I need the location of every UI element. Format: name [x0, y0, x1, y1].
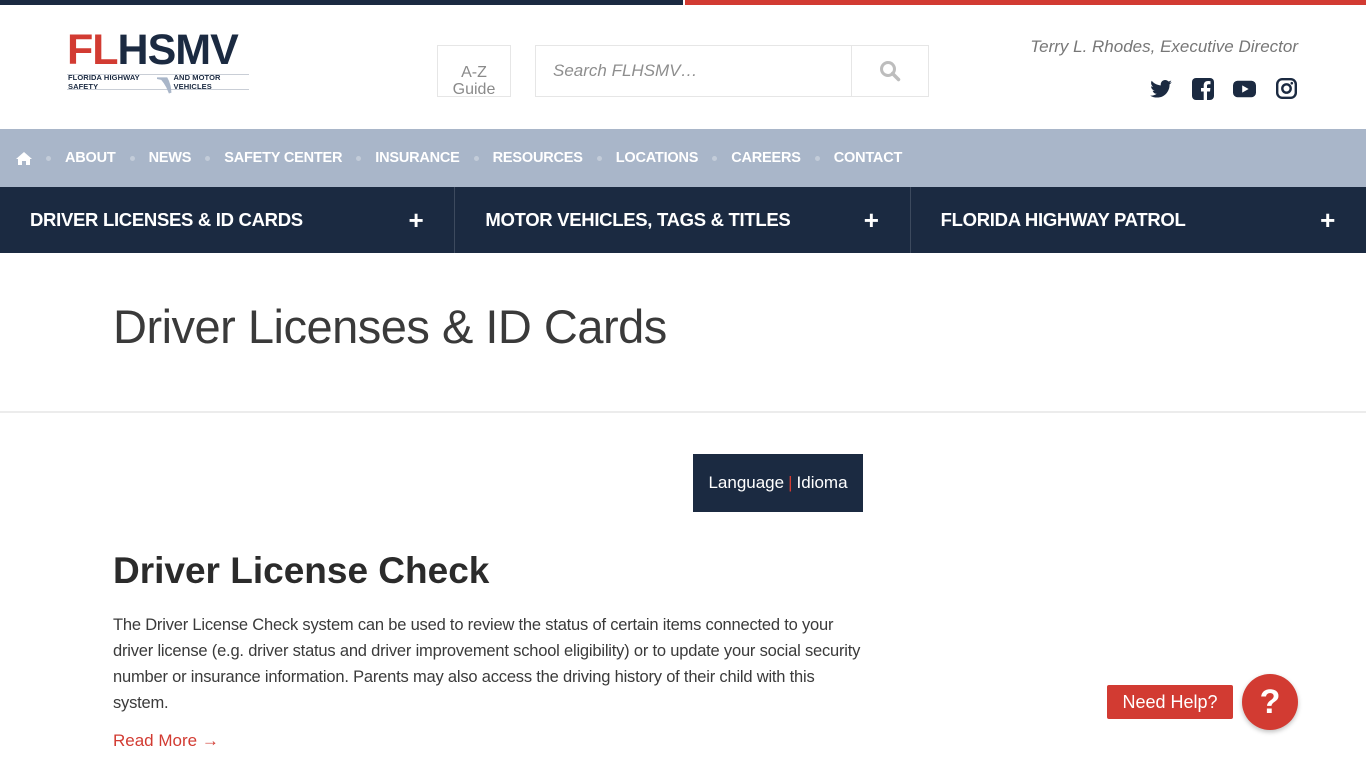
search-box: [535, 45, 929, 97]
facebook-icon: [1191, 77, 1214, 100]
logo-h: H: [117, 26, 149, 74]
nav-locations[interactable]: LOCATIONS: [616, 150, 699, 166]
page-title: Driver Licenses & ID Cards: [113, 300, 667, 353]
nav-about[interactable]: ABOUT: [65, 150, 116, 166]
section-title: Driver License Check: [113, 550, 490, 591]
instagram-link[interactable]: [1275, 77, 1298, 100]
utility-nav: ABOUT NEWS SAFETY CENTER INSURANCE RESOU…: [0, 129, 1366, 187]
flhsmv-logo[interactable]: FL H SMV FLORIDA HIGHWAY SAFETY AND MOTO…: [67, 26, 249, 96]
logo-smv: SMV: [147, 26, 239, 74]
nav-separator: [356, 155, 362, 161]
az-guide-button[interactable]: A-Z Guide: [437, 45, 511, 98]
language-label: Language: [708, 473, 785, 492]
florida-map-icon: [156, 77, 171, 94]
nav-separator: [205, 155, 211, 161]
language-button[interactable]: Language | Idioma: [693, 454, 863, 512]
executive-director: Terry L. Rhodes, Executive Director: [1030, 37, 1298, 56]
youtube-icon: [1233, 80, 1256, 97]
twitter-icon: [1149, 79, 1172, 98]
expand-plus-icon[interactable]: +: [408, 207, 423, 233]
facebook-link[interactable]: [1191, 77, 1214, 100]
nav-separator: [473, 155, 479, 161]
expand-plus-icon[interactable]: +: [864, 207, 879, 233]
nav-insurance[interactable]: INSURANCE: [375, 150, 460, 166]
tab-motor-vehicles[interactable]: MOTOR VEHICLES, TAGS & TITLES +: [455, 187, 911, 253]
tab-label: FLORIDA HIGHWAY PATROL: [940, 209, 1186, 230]
logo-tagline: FLORIDA HIGHWAY SAFETY AND MOTOR VEHICLE…: [67, 73, 249, 94]
home-icon: [16, 151, 32, 165]
tab-label: MOTOR VEHICLES, TAGS & TITLES: [485, 209, 791, 230]
logo-fl: FL: [67, 26, 119, 74]
az-guide-line2: Guide: [452, 81, 496, 98]
logo-tagline-right: AND MOTOR VEHICLES: [173, 73, 221, 91]
site-header: FL H SMV FLORIDA HIGHWAY SAFETY AND MOTO…: [0, 5, 1366, 129]
nav-separator: [712, 155, 718, 161]
nav-contact[interactable]: CONTACT: [834, 150, 903, 166]
twitter-link[interactable]: [1149, 77, 1172, 100]
logo-tagline-left: FLORIDA HIGHWAY SAFETY: [68, 73, 140, 91]
logo-wordmark: FL H SMV: [67, 26, 249, 74]
tab-driver-licenses[interactable]: DRIVER LICENSES & ID CARDS +: [0, 187, 456, 253]
nav-safety-center[interactable]: SAFETY CENTER: [224, 150, 342, 166]
nav-separator: [46, 155, 51, 161]
tab-highway-patrol[interactable]: FLORIDA HIGHWAY PATROL +: [911, 187, 1366, 253]
nav-separator: [129, 155, 135, 161]
nav-news[interactable]: NEWS: [149, 150, 192, 166]
instagram-icon: [1276, 78, 1297, 99]
section-body: The Driver License Check system can be u…: [113, 616, 861, 712]
social-links: [1149, 77, 1298, 100]
page-title-area: Driver Licenses & ID Cards: [0, 253, 1366, 413]
nav-separator: [596, 155, 602, 161]
nav-separator: [814, 155, 820, 161]
language-divider: |: [788, 473, 793, 492]
need-help-button[interactable]: Need Help?: [1107, 685, 1233, 719]
youtube-link[interactable]: [1233, 77, 1256, 100]
search-input[interactable]: [536, 46, 851, 96]
main-nav: DRIVER LICENSES & ID CARDS + MOTOR VEHIC…: [0, 187, 1366, 253]
search-icon: [880, 61, 901, 82]
expand-plus-icon[interactable]: +: [1320, 207, 1335, 233]
read-more-link[interactable]: Read More →: [113, 731, 219, 751]
search-button[interactable]: [851, 46, 928, 96]
help-question-icon[interactable]: ?: [1242, 674, 1298, 730]
tab-label: DRIVER LICENSES & ID CARDS: [30, 209, 303, 230]
az-guide-line1: A-Z: [461, 64, 487, 81]
idioma-label: Idioma: [796, 473, 848, 492]
nav-careers[interactable]: CAREERS: [731, 150, 801, 166]
home-link[interactable]: [16, 151, 32, 165]
nav-resources[interactable]: RESOURCES: [493, 150, 583, 166]
